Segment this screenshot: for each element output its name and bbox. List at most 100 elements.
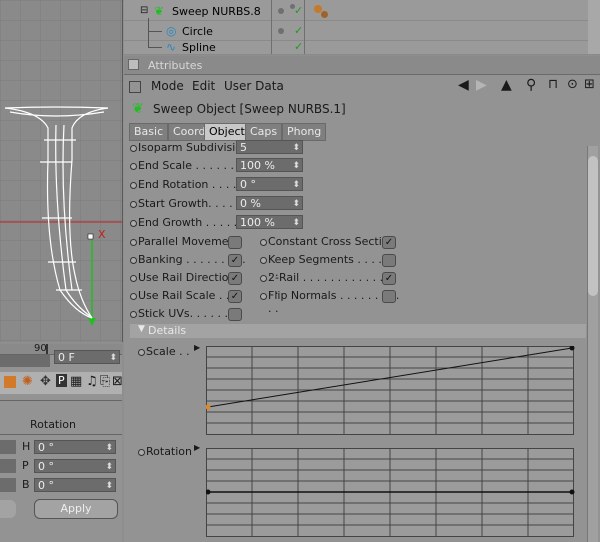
p-field[interactable]: 0 ° ⬍ <box>34 459 116 473</box>
animate-dot[interactable] <box>260 275 267 282</box>
sound-icon[interactable]: ♫ <box>86 374 98 389</box>
circle-spline-icon: ◎ <box>166 24 177 38</box>
end-scale-field[interactable]: 100 % ⬍ <box>236 158 303 172</box>
object-label: Circle <box>182 25 213 38</box>
animate-dot[interactable] <box>260 293 267 300</box>
enabled-check-icon[interactable]: ✓ <box>294 4 303 17</box>
document-icon[interactable]: ⎘ <box>100 374 110 389</box>
panel-toggle-icon[interactable] <box>128 59 139 70</box>
end-scale-label: End Scale . . . . . . . . <box>138 159 248 172</box>
tab-object[interactable]: Object <box>204 123 250 141</box>
animate-dot[interactable] <box>138 349 145 356</box>
p-spinner[interactable] <box>0 459 16 473</box>
animate-dot[interactable] <box>130 163 137 170</box>
checkbox-2-rail[interactable]: ✓ <box>382 272 396 285</box>
tab-caps[interactable]: Caps <box>245 123 283 141</box>
checkbox-constant-cross-section[interactable]: ✓ <box>382 236 396 249</box>
window-icon[interactable]: ⊠ <box>112 374 123 389</box>
animate-dot[interactable] <box>130 311 137 318</box>
animate-dot[interactable] <box>130 145 137 152</box>
check-row-use-rail-direction: Use Rail Direction ✓ <box>130 270 250 288</box>
search-icon[interactable]: ⚲ <box>526 77 536 93</box>
enabled-check-icon[interactable]: ✓ <box>294 42 303 53</box>
checkbox-stick-uvs[interactable] <box>228 308 242 321</box>
up-arrow-icon[interactable]: ▲ <box>501 77 512 93</box>
tab-basic[interactable]: Basic <box>129 123 169 141</box>
rotation-spline-graph[interactable] <box>206 448 576 538</box>
checkbox-keep-segments[interactable] <box>382 254 396 267</box>
animate-dot[interactable] <box>130 220 137 227</box>
checkbox-parallel-movement[interactable] <box>228 236 242 249</box>
check-label: Parallel Movement <box>138 235 240 248</box>
dropdown-button[interactable] <box>0 500 16 518</box>
spinner-arrows-icon[interactable]: ⬍ <box>109 351 117 365</box>
expand-arrow-icon[interactable]: ▶ <box>194 343 200 352</box>
isoparm-field[interactable]: 5 ⬍ <box>236 140 303 154</box>
spinner-arrows-icon[interactable]: ⬍ <box>292 141 300 155</box>
tag-icon-2[interactable] <box>321 11 328 18</box>
animate-dot[interactable] <box>130 239 137 246</box>
spinner-arrows-icon[interactable]: ⬍ <box>292 197 300 211</box>
spinner-arrows-icon[interactable]: ⬍ <box>292 178 300 192</box>
animate-dot[interactable] <box>260 239 267 246</box>
back-arrow-icon[interactable]: ◀ <box>458 77 469 93</box>
menu-edit[interactable]: Edit <box>192 79 215 93</box>
scale-spline-graph[interactable] <box>206 346 576 436</box>
param-icon[interactable]: P <box>56 374 67 387</box>
spinner-arrows-icon[interactable]: ⬍ <box>292 216 300 230</box>
animate-dot[interactable] <box>130 182 137 189</box>
animate-dot[interactable] <box>130 201 137 208</box>
start-growth-field[interactable]: 0 % ⬍ <box>236 196 303 210</box>
lock-icon[interactable]: ⊓ <box>548 77 558 92</box>
autokey-icon[interactable]: ✺ <box>22 374 33 389</box>
checkbox-use-rail-scale[interactable]: ✓ <box>228 290 242 303</box>
h-spinner[interactable] <box>0 440 16 454</box>
menu-mode[interactable]: Mode <box>151 79 184 93</box>
object-row-spline[interactable]: ∿ Spline ✓ <box>124 42 600 55</box>
keyframe-icon[interactable]: ✥ <box>40 374 51 389</box>
new-panel-icon[interactable]: ⊞ <box>584 77 595 92</box>
attributes-manager: Attributes Mode Edit User Data ◀ ▶ ▲ ⚲ ⊓… <box>124 56 600 542</box>
checkbox-flip-normals[interactable] <box>382 290 396 303</box>
record-icon[interactable] <box>4 376 16 388</box>
checkbox-use-rail-direction[interactable]: ✓ <box>228 272 242 285</box>
3d-viewport[interactable]: X <box>0 0 123 342</box>
animate-dot[interactable] <box>130 275 137 282</box>
editor-visibility-dot[interactable] <box>278 28 284 34</box>
object-label: Sweep NURBS.8 <box>172 5 261 18</box>
attributes-scrollbar[interactable] <box>587 146 598 542</box>
frame-field[interactable]: 0 F ⬍ <box>54 350 120 364</box>
settings-icon[interactable]: ⊙ <box>567 77 578 92</box>
details-section-header[interactable]: ▼ Details <box>130 324 586 338</box>
scrollbar-thumb[interactable] <box>588 156 598 296</box>
checkbox-banking[interactable]: ✓ <box>228 254 242 267</box>
grid-icon[interactable]: ▦ <box>70 374 82 389</box>
animate-dot[interactable] <box>138 449 145 456</box>
rotation-label: Rotation <box>146 445 193 458</box>
editor-visibility-dot[interactable] <box>278 8 284 14</box>
expand-arrow-icon[interactable]: ▶ <box>194 443 200 452</box>
b-field[interactable]: 0 ° ⬍ <box>34 478 116 492</box>
object-row-sweep[interactable]: ⊟ ❦ Sweep NURBS.8 ✓ <box>124 2 600 21</box>
enabled-check-icon[interactable]: ✓ <box>294 24 303 37</box>
attributes-titlebar: Attributes <box>124 56 600 75</box>
h-field[interactable]: 0 ° ⬍ <box>34 440 116 454</box>
animate-dot[interactable] <box>130 293 137 300</box>
spinner-arrows-icon[interactable]: ⬍ <box>105 441 113 455</box>
object-row-circle[interactable]: ◎ Circle ✓ <box>124 18 600 48</box>
spinner-arrows-icon[interactable]: ⬍ <box>105 479 113 493</box>
animate-dot[interactable] <box>130 257 137 264</box>
b-spinner[interactable] <box>0 478 16 492</box>
animate-dot[interactable] <box>260 257 267 264</box>
end-growth-field[interactable]: 100 % ⬍ <box>236 215 303 229</box>
spinner-arrows-icon[interactable]: ⬍ <box>292 159 300 173</box>
collapse-icon[interactable]: ⊟ <box>140 5 148 16</box>
check-row-parallel-movement: Parallel Movement <box>130 234 250 252</box>
tab-phong[interactable]: Phong <box>282 123 327 141</box>
apply-button[interactable]: Apply <box>34 499 118 519</box>
end-rotation-field[interactable]: 0 ° ⬍ <box>236 177 303 191</box>
object-scrollbar[interactable] <box>588 0 600 54</box>
menu-user-data[interactable]: User Data <box>224 79 284 93</box>
spinner-arrows-icon[interactable]: ⬍ <box>105 460 113 474</box>
forward-arrow-icon[interactable]: ▶ <box>476 77 487 93</box>
